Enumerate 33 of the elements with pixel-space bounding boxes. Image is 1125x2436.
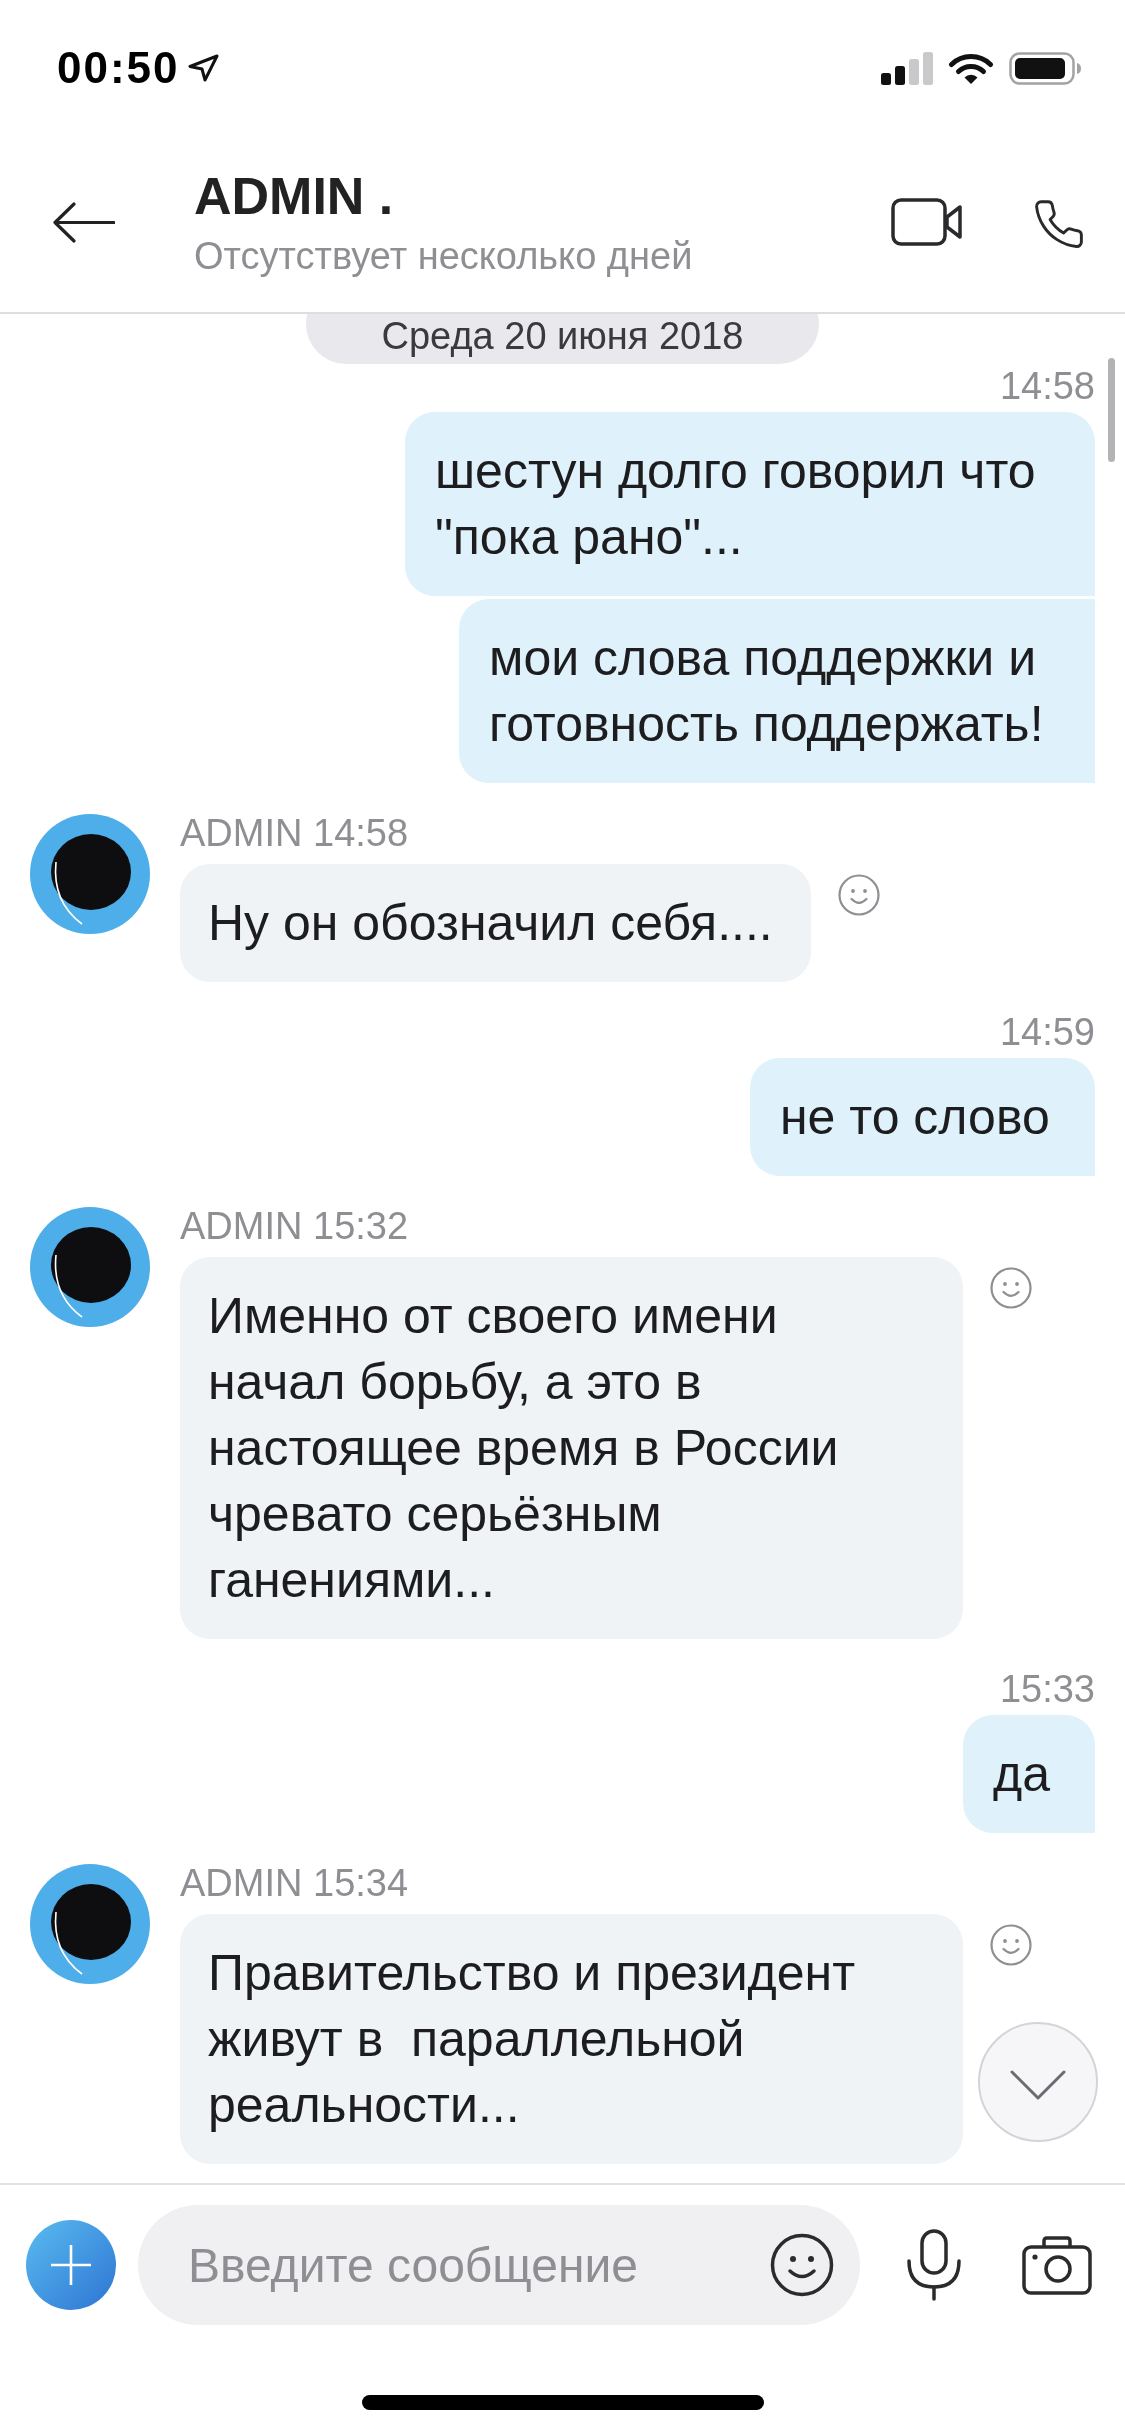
scrollbar[interactable] xyxy=(1108,358,1115,462)
location-arrow-icon xyxy=(187,54,219,82)
message-bubble: не то слово xyxy=(750,1058,1095,1176)
status-time: 00:50 xyxy=(57,43,180,93)
message-time: 15:33 xyxy=(999,1667,1095,1711)
message-bubble: Ну он обозначил себя.... xyxy=(180,864,811,982)
avatar-icon xyxy=(30,1864,150,1984)
wifi-icon xyxy=(948,51,994,85)
message-bubble: мои слова поддержки и готовность поддержать! xyxy=(459,599,1095,783)
avatar-icon xyxy=(30,1207,150,1327)
back-arrow-icon[interactable] xyxy=(52,201,115,243)
chevron-down-icon xyxy=(1010,2070,1066,2100)
avatar-icon xyxy=(30,814,150,934)
message-input[interactable]: Введите сообщение xyxy=(138,2205,860,2325)
battery-icon xyxy=(1009,51,1082,85)
plus-icon xyxy=(50,2244,92,2286)
message-time: 14:58 xyxy=(999,364,1095,408)
message-bubble: Правительство и президент живут в параллельной реальности... xyxy=(180,1914,963,2164)
signal-icon xyxy=(881,51,933,85)
message-time: 14:59 xyxy=(999,1010,1095,1054)
date-divider: Среда 20 июня 2018 xyxy=(305,314,820,364)
contact-name: ADMIN . xyxy=(194,166,395,226)
message-bubble: да xyxy=(963,1715,1095,1833)
message-bubble: Именно от своего имени начал борьбу, а это в настоящее время в России чревато серьёзным ганениями... xyxy=(180,1257,963,1639)
message-meta: ADMIN 15:34 xyxy=(180,1861,409,1905)
message-bubble: шестун долго говорил что "пока рано"... xyxy=(405,412,1095,596)
message-meta: ADMIN 14:58 xyxy=(180,811,409,855)
presence-status: Отсутствует несколько дней xyxy=(194,234,694,278)
video-camera-icon[interactable] xyxy=(891,198,963,246)
message-meta: ADMIN 15:32 xyxy=(180,1204,409,1248)
microphone-icon[interactable] xyxy=(905,2229,963,2301)
camera-icon[interactable] xyxy=(1022,2235,1092,2295)
smiley-icon[interactable] xyxy=(770,2233,834,2297)
